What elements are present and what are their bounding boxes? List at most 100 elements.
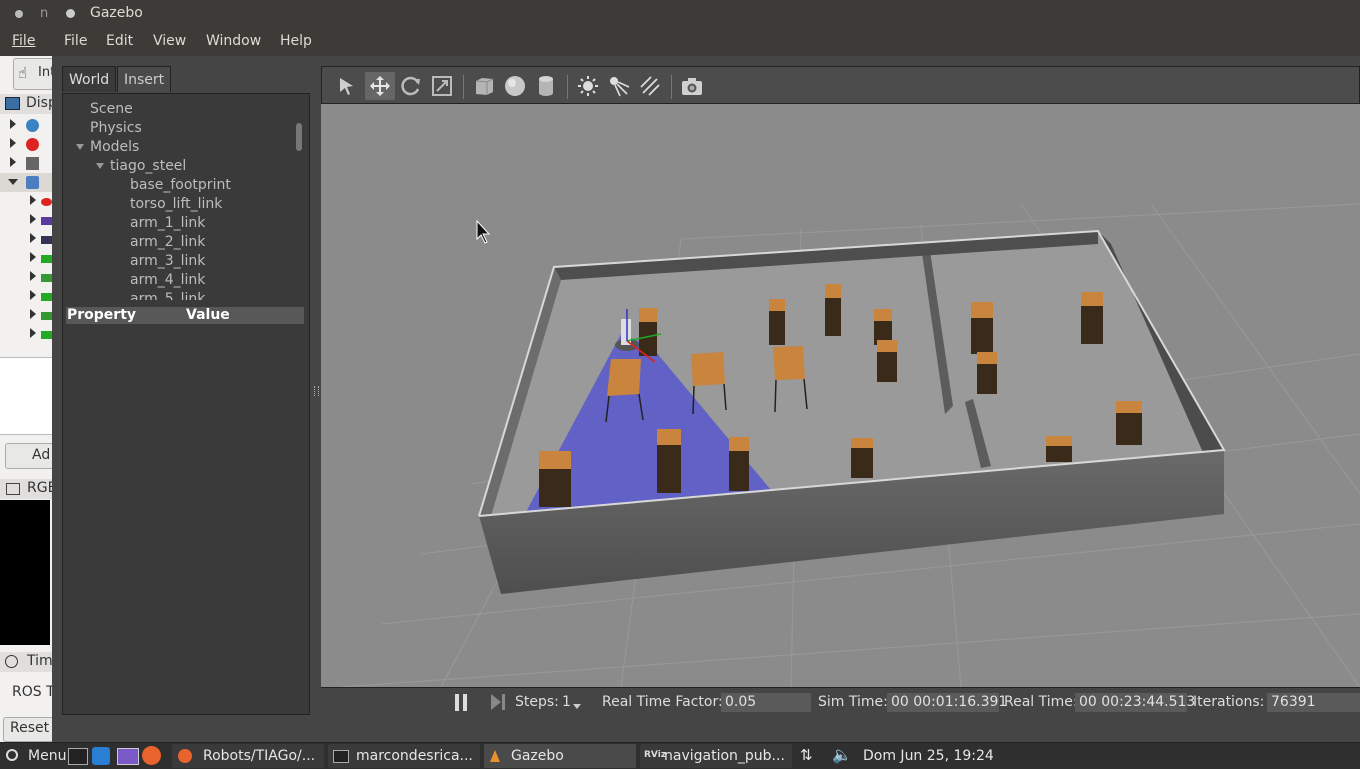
tree-item-physics[interactable]: Physics (90, 120, 142, 136)
iterations-label: Iterations: (1193, 694, 1265, 710)
expand-arrow-icon[interactable] (96, 163, 104, 169)
taskbar-window-button[interactable]: marcondesrica... (328, 744, 480, 768)
tree-item-link[interactable]: arm_5_link (130, 291, 205, 300)
pause-icon[interactable] (455, 694, 469, 712)
menu-file[interactable]: File (64, 33, 87, 49)
tree-scrollbar[interactable] (296, 123, 302, 151)
map-icon (41, 236, 52, 244)
rotate-mode-button[interactable] (396, 72, 426, 100)
display-row[interactable] (0, 287, 52, 306)
firefox-launcher-icon[interactable] (142, 746, 161, 765)
menu-edit[interactable]: Edit (106, 33, 133, 49)
robot-model-icon (41, 198, 52, 206)
steps-label: Steps: (515, 694, 559, 710)
volume-icon[interactable]: 🔈 (832, 745, 852, 764)
move-icon (370, 76, 390, 96)
menu-view[interactable]: View (153, 33, 186, 49)
tab-world[interactable]: World (62, 66, 116, 92)
real-time-value: 00 00:23:44.513 (1075, 693, 1195, 712)
select-mode-button[interactable] (332, 72, 362, 100)
cylinder-shape-button[interactable] (531, 72, 561, 100)
display-row[interactable] (0, 268, 52, 287)
vscode-launcher-icon[interactable] (92, 747, 110, 765)
translate-mode-button[interactable] (365, 72, 395, 100)
tree-item-scene[interactable]: Scene (90, 101, 133, 117)
network-icon[interactable]: ⇅ (800, 746, 813, 764)
tree-item-link[interactable]: arm_4_link (130, 272, 205, 288)
background-window-title: n (40, 6, 49, 21)
display-row[interactable] (0, 211, 52, 230)
display-row[interactable] (0, 173, 52, 192)
terminal-icon (333, 750, 349, 763)
tree-item-link[interactable]: arm_2_link (130, 234, 205, 250)
display-row[interactable] (0, 306, 52, 325)
spot-light-button[interactable] (604, 72, 634, 100)
screenshot-button[interactable] (677, 72, 707, 100)
marker-icon (41, 331, 52, 339)
display-row[interactable] (0, 192, 52, 211)
display-row[interactable] (0, 230, 52, 249)
rviz-icon: RViz (644, 750, 667, 760)
reset-button[interactable]: Reset (3, 717, 57, 742)
cylinder-icon (539, 76, 553, 96)
menu-window[interactable]: Window (206, 33, 261, 49)
tab-insert[interactable]: Insert (117, 66, 171, 92)
path-icon (41, 255, 52, 263)
grid-icon (26, 157, 39, 170)
display-row[interactable] (0, 249, 52, 268)
terminal-launcher-icon[interactable] (68, 748, 88, 765)
close-icon[interactable] (66, 9, 75, 18)
add-button[interactable]: Ad (5, 443, 59, 469)
display-row[interactable] (0, 325, 52, 344)
box-shape-button[interactable] (469, 72, 499, 100)
description-box (0, 357, 52, 435)
expand-arrow-icon[interactable] (76, 144, 84, 150)
tree-item-models[interactable]: Models (90, 139, 139, 155)
spotlight-icon (610, 77, 630, 97)
toolbar-separator (567, 75, 568, 99)
taskbar-window-button[interactable]: RViz navigation_pub... (640, 744, 792, 768)
display-row[interactable] (0, 135, 52, 154)
taskbar-window-button-active[interactable]: Gazebo (484, 744, 636, 768)
point-light-button[interactable] (573, 72, 603, 100)
display-row[interactable] (0, 154, 52, 173)
step-icon[interactable] (491, 694, 507, 712)
steps-value[interactable]: 1 (562, 694, 571, 710)
displays-header: Disp (0, 94, 57, 114)
taskbar-window-button[interactable]: Robots/TIAGo/... (172, 744, 324, 768)
ros-time-label: ROS T (12, 684, 55, 700)
background-window-menubar: File (0, 28, 52, 56)
menu-icon (6, 749, 18, 761)
tree-item-link[interactable]: torso_lift_link (130, 196, 222, 212)
world-tree: Scene Physics Models tiago_steel base_fo… (62, 93, 319, 715)
sim-time-label: Sim Time: (818, 694, 888, 710)
rotate-icon (401, 76, 420, 96)
scale-mode-button[interactable] (427, 72, 457, 100)
menu-file[interactable]: File (12, 33, 35, 49)
start-menu-button[interactable]: Menu (28, 748, 66, 764)
scene-viewport[interactable] (321, 104, 1360, 687)
workspace-launcher-icon[interactable] (117, 748, 139, 765)
simulation-scene (321, 104, 1360, 687)
time-panel-header: Tim (0, 652, 53, 672)
menu-help[interactable]: Help (280, 33, 312, 49)
hand-pointer-icon: ☝ (18, 64, 28, 82)
rtf-label: Real Time Factor: (602, 694, 723, 710)
scene-toolbar (321, 66, 1360, 104)
tree-item-link[interactable]: base_footprint (130, 177, 231, 193)
display-row[interactable] (0, 116, 52, 135)
sphere-shape-button[interactable] (500, 72, 530, 100)
directional-light-button[interactable] (635, 72, 665, 100)
arrow-pointer-icon (340, 78, 353, 95)
pose-icon (41, 293, 52, 301)
tree-item-link[interactable]: arm_3_link (130, 253, 205, 269)
tree-item-model[interactable]: tiago_steel (110, 158, 186, 174)
tree-item-link[interactable]: arm_1_link (130, 215, 205, 231)
toolbar-separator (463, 75, 464, 99)
close-icon[interactable] (15, 10, 23, 18)
chevron-down-icon[interactable] (573, 704, 581, 709)
costmap-icon (41, 312, 52, 320)
splitter-handle[interactable] (314, 386, 319, 396)
iterations-value: 76391 (1267, 693, 1360, 712)
clock[interactable]: Dom Jun 25, 19:24 (863, 748, 994, 764)
